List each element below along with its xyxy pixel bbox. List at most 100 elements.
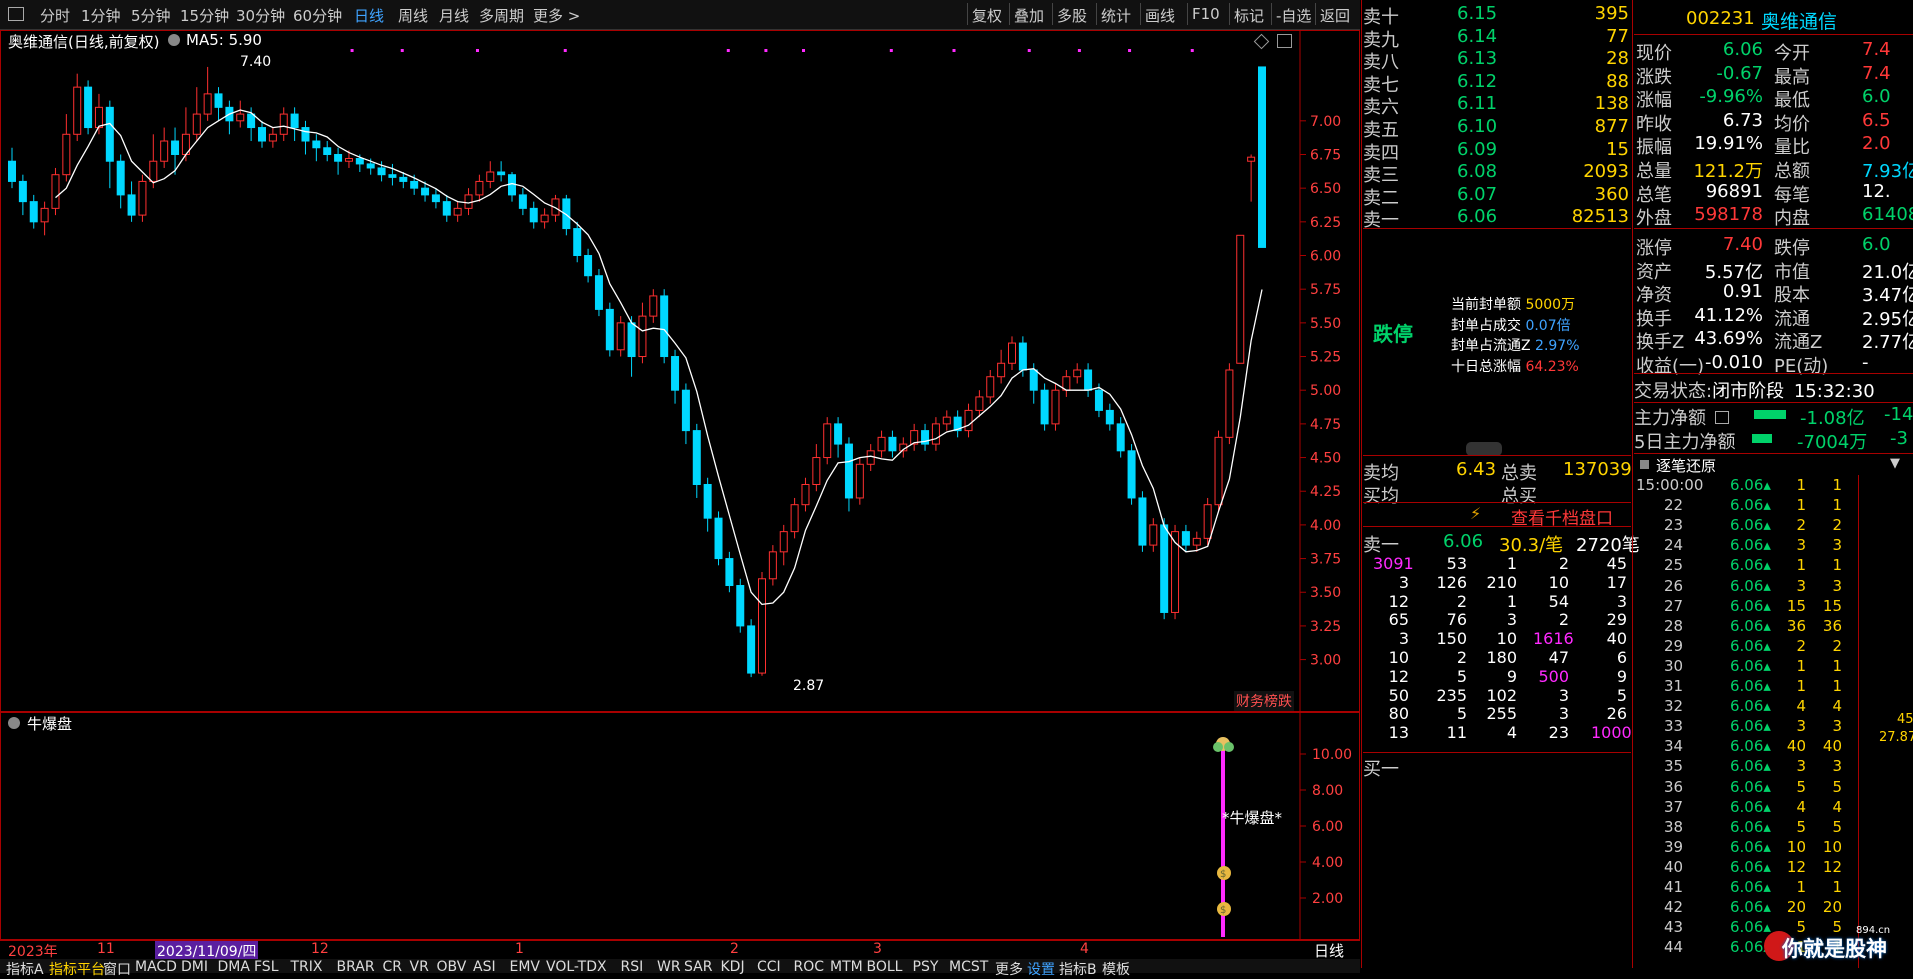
svg-text:$: $ xyxy=(1220,905,1226,916)
indicator-tab[interactable]: MTM xyxy=(830,959,863,975)
indicator-tab[interactable]: 模板 xyxy=(1102,959,1130,979)
menu-icon[interactable] xyxy=(8,7,24,21)
y-tick-label: 6.75 xyxy=(1310,147,1341,163)
candle xyxy=(138,180,147,216)
candle xyxy=(1127,450,1136,499)
y-tick-label: 5.50 xyxy=(1310,316,1341,332)
signal-dot xyxy=(1190,49,1194,52)
toolbar-button[interactable]: 统计 xyxy=(1101,5,1131,26)
toolbar-button[interactable]: F10 xyxy=(1192,5,1220,23)
signal-dot xyxy=(475,49,479,52)
indicator-tab[interactable]: PSY xyxy=(913,959,939,975)
candle xyxy=(453,207,462,216)
flow-bar xyxy=(1752,434,1772,443)
y-tick-label: 3.00 xyxy=(1310,653,1341,669)
indicator-tab[interactable]: WR xyxy=(657,959,681,975)
period-tab[interactable]: 15分钟 xyxy=(180,5,229,26)
candle xyxy=(1181,531,1190,546)
toolbar-button[interactable]: 标记 xyxy=(1234,5,1264,26)
candle xyxy=(18,180,27,203)
quote-row: 现价 6.06 今开 7.4 xyxy=(1636,39,1891,64)
ask-row: 卖三 6.08 2093 xyxy=(1363,161,1629,187)
toolbar-button[interactable]: 复权 xyxy=(972,5,1002,26)
y-tick-label: 4.50 xyxy=(1310,451,1341,467)
indicator-tab[interactable]: BOLL xyxy=(867,959,903,975)
indicator-tab[interactable]: TRIX xyxy=(291,959,323,975)
collapse-icon[interactable] xyxy=(1640,460,1649,469)
toolbar-button[interactable]: 画线 xyxy=(1145,5,1175,26)
queue-header: 卖一 6.06 30.3/笔 2720笔 xyxy=(1363,531,1640,556)
indicator-tab[interactable]: ROC xyxy=(794,959,825,975)
expand-handle[interactable] xyxy=(1466,442,1502,456)
tick-row: 41 6.06▴ 1 1 xyxy=(1664,878,1842,896)
collapse-icon[interactable] xyxy=(168,34,180,46)
indicator-tab[interactable]: FSL xyxy=(254,959,279,975)
toolbar-button[interactable]: 叠加 xyxy=(1014,5,1044,26)
candle xyxy=(866,450,875,465)
indicator-tab[interactable]: 指标B xyxy=(1059,959,1097,979)
quote-row: 涨跌 -0.67 最高 7.4 xyxy=(1636,62,1891,88)
indicator-tab[interactable]: ASI xyxy=(473,959,496,975)
indicator-tab[interactable]: EMV xyxy=(510,959,541,975)
indicator-tab[interactable]: BRAR xyxy=(337,959,375,975)
toolbar-button[interactable]: -自选 xyxy=(1276,5,1311,26)
period-tab[interactable]: 多周期 xyxy=(479,5,524,26)
indicator-tab[interactable]: SAR xyxy=(684,959,712,975)
period-tab[interactable]: 月线 xyxy=(439,5,469,26)
indicator-tab[interactable]: MCST xyxy=(949,959,988,975)
main-flow-row: 主力净额 -1.08亿 -14 xyxy=(1634,404,1913,429)
period-tab[interactable]: 5分钟 xyxy=(131,5,171,26)
period-tab[interactable]: 30分钟 xyxy=(236,5,285,26)
candle xyxy=(301,127,310,142)
candlestick-chart[interactable]: 7.00 6.75 6.50 6.25 6.00 5.75 5.50 5.25 5.00 4.75… xyxy=(0,30,1360,712)
queue-row: 3 126 210 10 17 xyxy=(1398,572,1627,592)
indicator-tab[interactable]: 指标平台 xyxy=(49,959,105,979)
indicator-tab[interactable]: VOL-TDX xyxy=(546,959,607,975)
rank-badge[interactable]: 财务榜跌 xyxy=(1234,691,1294,711)
filter-icon[interactable]: ▼ xyxy=(1890,456,1900,471)
ask-row: 卖六 6.11 138 xyxy=(1363,93,1629,119)
quote-row: 外盘598178内盘61408 xyxy=(1636,204,1913,230)
tick-row: 35 6.06▴ 3 3 xyxy=(1664,757,1842,776)
y-tick-label: 5.25 xyxy=(1310,350,1341,366)
high-price-label: 7.40 xyxy=(240,54,271,70)
period-tab[interactable]: 60分钟 xyxy=(293,5,342,26)
indicator-tab[interactable]: OBV xyxy=(437,959,467,975)
indicator-tab[interactable]: VR xyxy=(410,959,429,975)
indicator-tab[interactable]: 设置 xyxy=(1027,959,1055,979)
collapse-icon[interactable] xyxy=(8,717,20,729)
signal-dot xyxy=(400,49,404,52)
indicator-tab[interactable]: 窗口 xyxy=(103,959,131,979)
y-tick-label: 4.75 xyxy=(1310,417,1341,433)
period-tab[interactable]: 日线 xyxy=(354,5,384,26)
tick-row: 26 6.06▴ 3 3 xyxy=(1664,576,1842,595)
candle xyxy=(1073,369,1082,378)
indicator-tab[interactable]: DMI xyxy=(181,959,208,975)
toolbar-button[interactable]: 多股 xyxy=(1057,5,1087,26)
indicator-tab[interactable]: 更多 xyxy=(995,959,1023,979)
quote-row: 净资 0.91 股本 3.47亿 xyxy=(1636,281,1913,307)
main5-flow-row: 5日主力净额 -7004万 -3 xyxy=(1634,428,1908,453)
indicator-tab[interactable]: RSI xyxy=(621,959,644,975)
candle xyxy=(1084,369,1093,391)
period-tab[interactable]: 更多 > xyxy=(533,5,580,26)
tick-row: 25 6.06▴ 1 1 xyxy=(1664,556,1842,575)
indicator-tab[interactable]: KDJ xyxy=(721,959,745,975)
period-tab[interactable]: 1分钟 xyxy=(81,5,121,26)
tick-row: 27 6.06▴ 15 15 xyxy=(1664,596,1842,615)
indicator-tab[interactable]: CR xyxy=(383,959,403,975)
indicator-tab[interactable]: 指标A xyxy=(6,959,44,979)
indicator-tab[interactable]: DMA xyxy=(218,959,250,975)
signal-dot xyxy=(350,49,354,52)
y-tick-label: 3.25 xyxy=(1310,619,1341,635)
candle xyxy=(366,163,375,169)
indicator-chart[interactable]: $ $ 10.00 8.00 6.00 4.00 2.00 xyxy=(0,712,1360,940)
candle xyxy=(171,140,180,155)
window-toggle-icon[interactable] xyxy=(1277,34,1292,48)
period-tab[interactable]: 分时 xyxy=(40,5,70,26)
indicator-tab[interactable]: CCI xyxy=(757,959,781,975)
total-sell-value: 137039 xyxy=(1563,459,1632,480)
indicator-tab[interactable]: MACD xyxy=(135,959,177,975)
toolbar-button[interactable]: 返回 xyxy=(1320,5,1350,26)
period-tab[interactable]: 周线 xyxy=(398,5,428,26)
